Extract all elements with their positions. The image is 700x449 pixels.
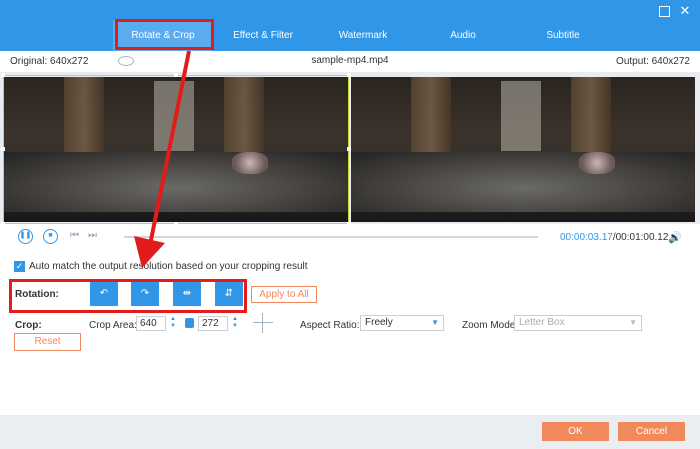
- volume-icon[interactable]: 🔊: [668, 231, 682, 244]
- settings-panel: ✓ Auto match the output resolution based…: [0, 249, 700, 415]
- crop-label: Crop:: [15, 320, 42, 331]
- playback-controls: ❚❚ ■ ⏮ ⏭ 00:00:03.17/00:01:00.12 🔊: [0, 224, 700, 249]
- current-time: 00:00:03.17: [560, 232, 613, 243]
- footer: OK Cancel: [0, 415, 700, 449]
- stop-icon[interactable]: ■: [43, 229, 58, 244]
- window-controls: ✕: [659, 4, 692, 18]
- rotation-highlight-box: [9, 279, 247, 313]
- crop-height-input[interactable]: 272: [198, 316, 228, 331]
- title-bar: ✕ Rotate & Crop Effect & Filter Watermar…: [0, 0, 700, 51]
- tab-audio[interactable]: Audio: [413, 20, 513, 51]
- file-name: sample-mp4.mp4: [311, 55, 389, 66]
- chevron-down-icon: ▼: [629, 318, 637, 327]
- zoom-mode-value: Letter Box: [519, 317, 565, 328]
- timeline-track[interactable]: [124, 236, 538, 238]
- center-crosshair-icon[interactable]: [253, 313, 273, 333]
- tab-subtitle[interactable]: Subtitle: [513, 20, 613, 51]
- close-icon[interactable]: ✕: [678, 4, 692, 18]
- apply-to-all-button[interactable]: Apply to All: [251, 286, 317, 303]
- auto-match-checkbox[interactable]: ✓: [14, 261, 25, 272]
- auto-match-row[interactable]: ✓ Auto match the output resolution based…: [14, 261, 308, 272]
- crop-frame[interactable]: [1, 73, 351, 226]
- preview-area: [0, 72, 700, 226]
- output-resolution: Output: 640x272: [616, 56, 690, 67]
- reset-button[interactable]: Reset: [14, 333, 81, 351]
- crop-handle[interactable]: [1, 147, 5, 151]
- crop-width-stepper[interactable]: ▲ ▼: [169, 316, 177, 331]
- crop-area-label: Crop Area:: [89, 320, 137, 331]
- crop-handle[interactable]: [1, 73, 5, 77]
- aspect-ratio-value: Freely: [365, 317, 393, 328]
- skip-forward-icon[interactable]: ⏭: [88, 230, 97, 241]
- ok-button[interactable]: OK: [542, 422, 609, 441]
- scene-bed: [351, 152, 695, 212]
- time-display: 00:00:03.17/00:01:00.12: [560, 232, 668, 243]
- aspect-ratio-label: Aspect Ratio:: [300, 320, 360, 331]
- auto-match-label: Auto match the output resolution based o…: [29, 261, 308, 272]
- pause-icon[interactable]: ❚❚: [18, 229, 33, 244]
- skip-back-icon[interactable]: ⏮: [70, 230, 79, 241]
- scene-window: [501, 81, 541, 151]
- chevron-down-icon: ▼: [431, 318, 439, 327]
- tab-highlight-box: [115, 19, 214, 50]
- cancel-button[interactable]: Cancel: [618, 422, 685, 441]
- maximize-icon[interactable]: [659, 6, 670, 17]
- aspect-ratio-select[interactable]: Freely ▼: [360, 315, 444, 331]
- output-preview: [351, 77, 695, 222]
- tab-watermark[interactable]: Watermark: [313, 20, 413, 51]
- crop-width-input[interactable]: 640: [136, 316, 166, 331]
- lock-icon[interactable]: [185, 318, 194, 328]
- zoom-mode-label: Zoom Mode:: [462, 320, 519, 331]
- total-time: /00:01:00.12: [612, 232, 669, 243]
- scene-figure: [579, 152, 615, 174]
- tab-effect-filter[interactable]: Effect & Filter: [213, 20, 313, 51]
- zoom-mode-select: Letter Box ▼: [514, 315, 642, 331]
- crop-height-stepper[interactable]: ▲ ▼: [231, 316, 239, 331]
- info-bar: Original: 640x272 sample-mp4.mp4 Output:…: [0, 51, 700, 72]
- crop-handle[interactable]: [174, 73, 178, 77]
